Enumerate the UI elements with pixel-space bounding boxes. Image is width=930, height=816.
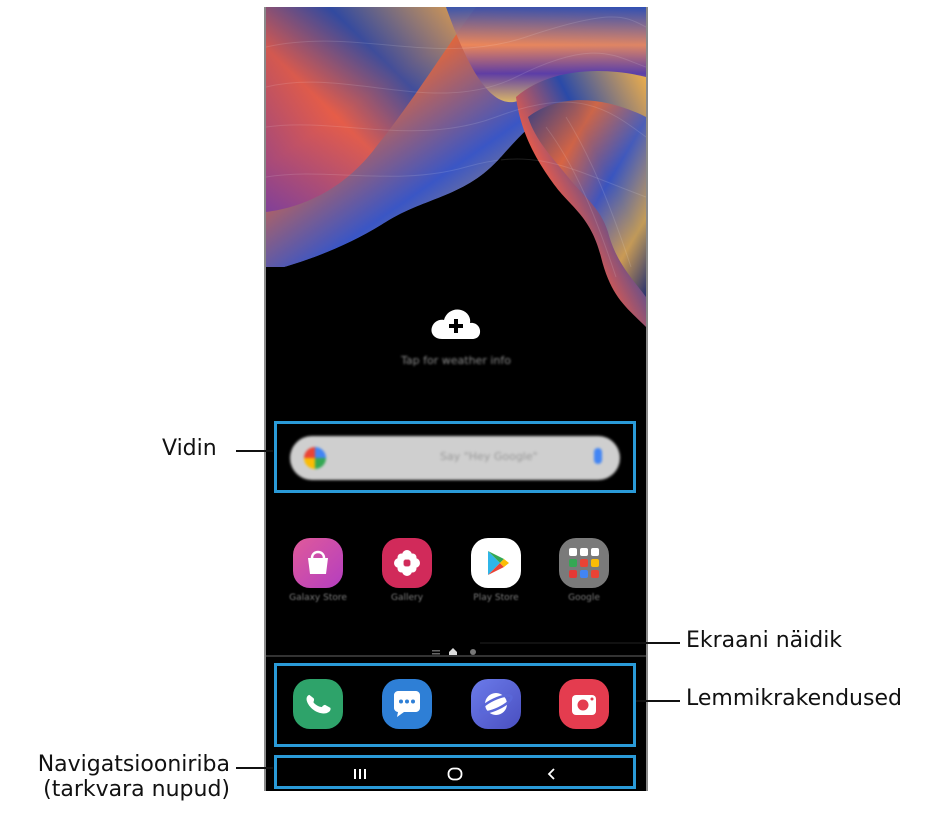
dock-internet[interactable] xyxy=(471,679,521,729)
leader-favorite-apps xyxy=(636,700,680,702)
weather-cloud-icon[interactable] xyxy=(430,307,482,341)
wallpaper xyxy=(266,7,646,407)
app-play-store[interactable] xyxy=(471,538,521,588)
weather-text[interactable]: Tap for weather info xyxy=(266,354,646,367)
phone-screen: Tap for weather info Say "Hey Google" Ga… xyxy=(264,7,648,791)
chat-bubble-icon xyxy=(394,691,420,717)
play-triangle-icon xyxy=(488,551,509,575)
app-label: Google xyxy=(568,593,600,603)
microphone-icon[interactable] xyxy=(594,448,602,464)
planet-icon xyxy=(479,693,513,715)
dock-divider xyxy=(266,655,646,657)
back-button[interactable] xyxy=(532,759,572,789)
recents-button[interactable] xyxy=(340,759,380,789)
home-button[interactable] xyxy=(435,759,475,789)
search-hint: Say "Hey Google" xyxy=(440,450,538,463)
callout-favorite-apps: Lemmikrakendused xyxy=(686,686,902,711)
google-search-widget[interactable]: Say "Hey Google" xyxy=(290,436,620,480)
camera-icon xyxy=(572,695,596,715)
phone-icon xyxy=(306,694,331,714)
home-icon xyxy=(447,767,463,781)
flower-icon xyxy=(394,550,420,576)
recents-icon xyxy=(354,769,366,779)
app-label: Galaxy Store xyxy=(289,593,347,603)
navigation-bar xyxy=(280,759,630,789)
app-gallery[interactable] xyxy=(382,538,432,588)
google-logo-icon xyxy=(304,447,326,469)
callout-navbar-line2: (tarkvara nupud) xyxy=(43,777,230,803)
leader-page-indicator xyxy=(480,642,680,644)
app-label: Play Store xyxy=(473,593,519,603)
app-label: Gallery xyxy=(390,593,424,603)
callout-navbar: Navigatsiooniriba (tarkvara nupud) xyxy=(8,752,230,803)
callout-widget: Vidin xyxy=(162,436,217,461)
shopping-bag-icon xyxy=(308,550,328,574)
app-galaxy-store[interactable] xyxy=(293,538,343,588)
leader-widget xyxy=(236,450,273,452)
folder-grid-icon xyxy=(569,548,599,578)
callout-page-indicator: Ekraani näidik xyxy=(686,628,843,653)
callout-navbar-line1: Navigatsiooniriba xyxy=(37,752,230,777)
leader-navbar xyxy=(236,767,273,769)
back-icon xyxy=(547,768,555,780)
dock-messages[interactable] xyxy=(382,679,432,729)
dock-phone[interactable] xyxy=(293,679,343,729)
app-google-folder[interactable] xyxy=(559,538,609,588)
dock-camera[interactable] xyxy=(559,679,609,729)
